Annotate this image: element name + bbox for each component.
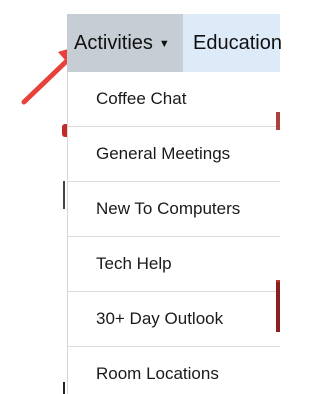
caret-down-icon: ▼ bbox=[158, 38, 170, 50]
menu-item-label: New To Computers bbox=[96, 199, 241, 218]
background-line-fragment bbox=[63, 382, 65, 394]
background-red-fragment bbox=[276, 282, 280, 332]
menu-item-label: Coffee Chat bbox=[96, 89, 187, 108]
nav-activities-label: Activities bbox=[74, 31, 153, 54]
nav-education-menu[interactable]: Education bbox=[193, 14, 282, 72]
nav-education-label: Education bbox=[193, 31, 282, 54]
menu-item-label: Tech Help bbox=[96, 254, 172, 273]
menu-item-general-meetings[interactable]: General Meetings bbox=[68, 127, 280, 181]
menu-item-coffee-chat[interactable]: Coffee Chat bbox=[68, 72, 280, 126]
navbar: Activities ▼ Education bbox=[67, 14, 282, 72]
nav-activities-menu[interactable]: Activities ▼ bbox=[67, 14, 183, 72]
menu-item-label: General Meetings bbox=[96, 144, 231, 163]
menu-item-label: Room Locations bbox=[96, 364, 219, 383]
menu-item-tech-help[interactable]: Tech Help bbox=[68, 237, 280, 291]
menu-item-30-day-outlook[interactable]: 30+ Day Outlook bbox=[68, 292, 280, 346]
background-red-fragment bbox=[276, 112, 280, 130]
menu-item-new-to-computers[interactable]: New To Computers bbox=[68, 182, 280, 236]
menu-item-label: 30+ Day Outlook bbox=[96, 309, 224, 328]
activities-dropdown: Coffee Chat General Meetings New To Comp… bbox=[67, 72, 280, 394]
background-text-fragment bbox=[63, 181, 65, 209]
menu-item-room-locations[interactable]: Room Locations bbox=[68, 347, 280, 394]
